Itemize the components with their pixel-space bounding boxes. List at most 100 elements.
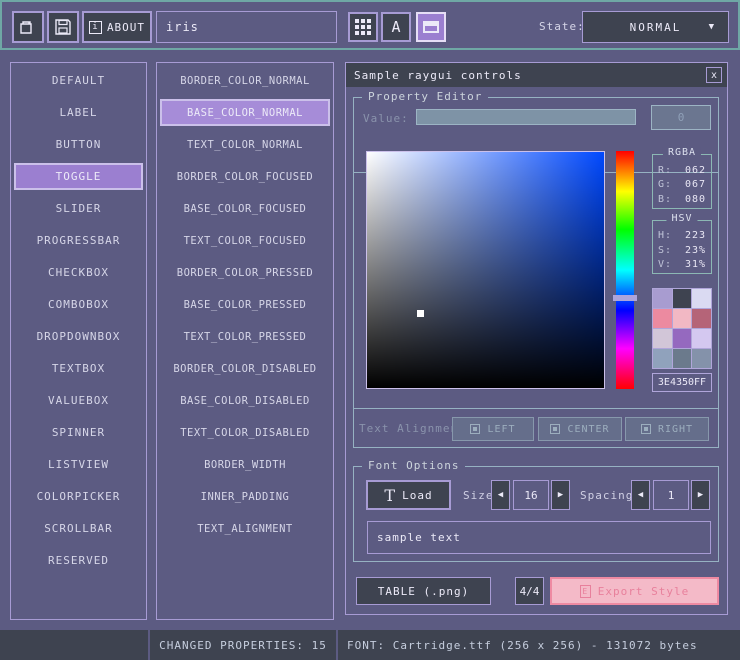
property-item-text-color-pressed[interactable]: TEXT_COLOR_PRESSED bbox=[160, 323, 330, 350]
chevron-down-icon: ▼ bbox=[709, 22, 716, 32]
palette-swatch[interactable] bbox=[692, 289, 711, 308]
property-item-text-color-focused[interactable]: TEXT_COLOR_FOCUSED bbox=[160, 227, 330, 254]
property-item-base-color-normal[interactable]: BASE_COLOR_NORMAL bbox=[160, 99, 330, 126]
palette-swatch[interactable] bbox=[692, 329, 711, 348]
property-item-base-color-focused[interactable]: BASE_COLOR_FOCUSED bbox=[160, 195, 330, 222]
rguistyler-window: i ABOUT A State: NORMAL ▼ DEFAULT LABEL … bbox=[0, 0, 740, 660]
color-picker-gradient[interactable] bbox=[366, 151, 605, 389]
control-item-progressbar[interactable]: PROGRESSBAR bbox=[14, 227, 143, 254]
property-item-border-color-normal[interactable]: BORDER_COLOR_NORMAL bbox=[160, 67, 330, 94]
property-item-border-color-disabled[interactable]: BORDER_COLOR_DISABLED bbox=[160, 355, 330, 382]
property-item-border-color-pressed[interactable]: BORDER_COLOR_PRESSED bbox=[160, 259, 330, 286]
palette-swatch[interactable] bbox=[653, 289, 672, 308]
align-right-button[interactable]: RIGHT bbox=[625, 417, 709, 441]
control-item-reserved[interactable]: RESERVED bbox=[14, 547, 143, 574]
b-value: 080 bbox=[685, 194, 706, 205]
about-button[interactable]: i ABOUT bbox=[82, 11, 152, 43]
table-image-mode-button[interactable] bbox=[348, 12, 378, 42]
close-icon: x bbox=[711, 70, 717, 81]
control-item-dropdownbox[interactable]: DROPDOWNBOX bbox=[14, 323, 143, 350]
control-item-scrollbar[interactable]: SCROLLBAR bbox=[14, 515, 143, 542]
palette-swatch[interactable] bbox=[653, 349, 672, 368]
hue-bar-cursor[interactable] bbox=[613, 295, 637, 301]
style-name-input[interactable] bbox=[156, 11, 337, 43]
control-item-default[interactable]: DEFAULT bbox=[14, 67, 143, 94]
s-label: S: bbox=[658, 245, 672, 256]
property-item-border-color-focused[interactable]: BORDER_COLOR_FOCUSED bbox=[160, 163, 330, 190]
property-item-inner-padding[interactable]: INNER_PADDING bbox=[160, 483, 330, 510]
property-item-border-width[interactable]: BORDER_WIDTH bbox=[160, 451, 330, 478]
palette-swatch[interactable] bbox=[692, 309, 711, 328]
control-item-checkbox[interactable]: CHECKBOX bbox=[14, 259, 143, 286]
font-atlas-button[interactable]: A bbox=[381, 12, 411, 42]
size-decrease-button[interactable]: ◀ bbox=[491, 480, 510, 510]
spacing-value-box[interactable]: 1 bbox=[653, 480, 689, 510]
control-item-valuebox[interactable]: VALUEBOX bbox=[14, 387, 143, 414]
hsv-group-label: HSV bbox=[666, 213, 697, 224]
align-right-icon bbox=[641, 424, 651, 434]
palette-swatch[interactable] bbox=[673, 329, 692, 348]
control-item-label[interactable]: LABEL bbox=[14, 99, 143, 126]
export-style-button[interactable]: E Export Style bbox=[550, 577, 719, 605]
size-value-box[interactable]: 16 bbox=[513, 480, 549, 510]
v-label: V: bbox=[658, 259, 672, 270]
export-file-icon: E bbox=[580, 585, 591, 598]
controls-preview-button[interactable] bbox=[416, 12, 446, 42]
control-item-button[interactable]: BUTTON bbox=[14, 131, 143, 158]
spacing-value: 1 bbox=[668, 489, 675, 502]
folder-open-icon bbox=[19, 19, 37, 35]
value-box-text: 0 bbox=[678, 111, 685, 124]
control-item-listview[interactable]: LISTVIEW bbox=[14, 451, 143, 478]
font-options-group-label: Font Options bbox=[362, 459, 465, 472]
g-label: G: bbox=[658, 179, 672, 190]
control-item-combobox[interactable]: COMBOBOX bbox=[14, 291, 143, 318]
hex-color-box[interactable]: 3E4350FF bbox=[652, 373, 712, 392]
property-item-text-alignment[interactable]: TEXT_ALIGNMENT bbox=[160, 515, 330, 542]
control-item-textbox[interactable]: TEXTBOX bbox=[14, 355, 143, 382]
palette-swatch[interactable] bbox=[673, 349, 692, 368]
load-font-button[interactable]: T Load bbox=[366, 480, 451, 510]
info-icon: i bbox=[89, 21, 102, 34]
sample-text-input[interactable] bbox=[367, 521, 711, 554]
state-dropdown-value: NORMAL bbox=[630, 21, 682, 34]
spacing-decrease-button[interactable]: ◀ bbox=[631, 480, 650, 510]
close-button[interactable]: x bbox=[706, 67, 722, 83]
control-item-toggle[interactable]: TOGGLE bbox=[14, 163, 143, 190]
spacing-increase-button[interactable]: ▶ bbox=[691, 480, 710, 510]
hue-bar[interactable] bbox=[616, 151, 634, 389]
align-left-button[interactable]: LEFT bbox=[452, 417, 534, 441]
property-item-text-color-normal[interactable]: TEXT_COLOR_NORMAL bbox=[160, 131, 330, 158]
save-file-button[interactable] bbox=[47, 11, 79, 43]
font-t-icon: T bbox=[384, 486, 396, 505]
palette-swatch[interactable] bbox=[653, 309, 672, 328]
palette-swatch[interactable] bbox=[653, 329, 672, 348]
window-title: Sample raygui controls bbox=[354, 69, 522, 82]
open-file-button[interactable] bbox=[12, 11, 44, 43]
property-item-base-color-disabled[interactable]: BASE_COLOR_DISABLED bbox=[160, 387, 330, 414]
align-left-icon bbox=[470, 424, 480, 434]
window-titlebar[interactable]: Sample raygui controls x bbox=[346, 63, 727, 87]
palette-swatch[interactable] bbox=[673, 289, 692, 308]
value-box[interactable]: 0 bbox=[651, 105, 711, 130]
value-slider[interactable] bbox=[416, 109, 636, 125]
control-item-slider[interactable]: SLIDER bbox=[14, 195, 143, 222]
rgba-group: RGBA R:062 G:067 B:080 bbox=[652, 154, 712, 209]
g-value: 067 bbox=[685, 179, 706, 190]
export-format-dropdown[interactable]: TABLE (.png) bbox=[356, 577, 491, 605]
text-alignment-label: Text Alignment: bbox=[359, 422, 453, 435]
sample-controls-window: Sample raygui controls x Property Editor… bbox=[345, 62, 728, 615]
state-dropdown[interactable]: NORMAL ▼ bbox=[582, 11, 729, 43]
size-increase-button[interactable]: ▶ bbox=[551, 480, 570, 510]
palette-swatch[interactable] bbox=[692, 349, 711, 368]
palette-swatch[interactable] bbox=[673, 309, 692, 328]
color-picker-cursor[interactable] bbox=[417, 310, 424, 317]
control-item-colorpicker[interactable]: COLORPICKER bbox=[14, 483, 143, 510]
control-item-spinner[interactable]: SPINNER bbox=[14, 419, 143, 446]
align-center-button[interactable]: CENTER bbox=[538, 417, 622, 441]
pages-value: 4/4 bbox=[520, 585, 540, 598]
property-item-base-color-pressed[interactable]: BASE_COLOR_PRESSED bbox=[160, 291, 330, 318]
property-item-text-color-disabled[interactable]: TEXT_COLOR_DISABLED bbox=[160, 419, 330, 446]
arrow-right-icon: ▶ bbox=[558, 490, 563, 500]
value-label: Value: bbox=[363, 112, 409, 125]
controls-list: DEFAULT LABEL BUTTON TOGGLE SLIDER PROGR… bbox=[10, 62, 147, 620]
